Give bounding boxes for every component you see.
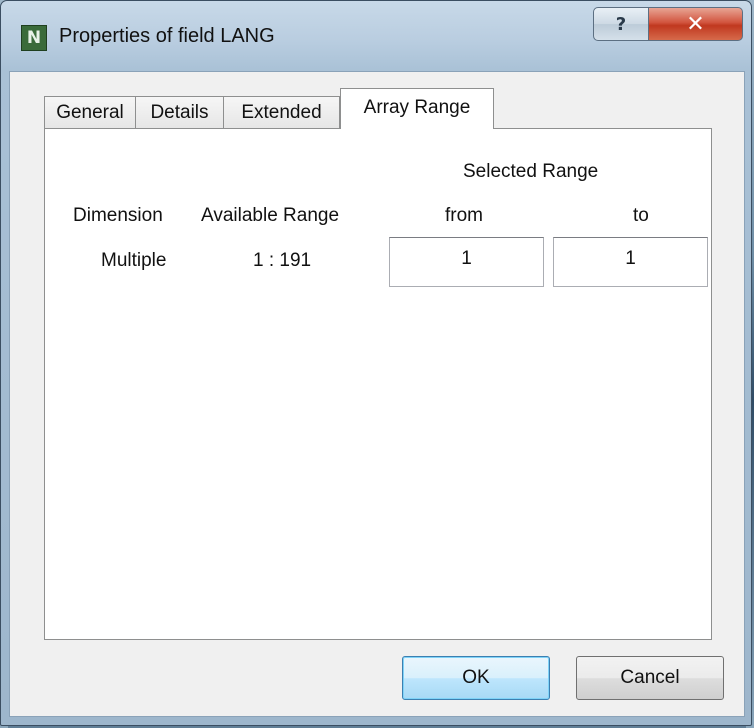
help-icon: ?: [615, 13, 627, 35]
tab-label: Array Range: [363, 97, 471, 118]
properties-dialog: N Properties of field LANG ? ✕ General D…: [0, 0, 752, 726]
dimension-value: Multiple: [101, 250, 167, 271]
tab-label: General: [56, 101, 124, 123]
window-title: Properties of field LANG: [59, 25, 275, 47]
available-range-column-header: Available Range: [201, 205, 340, 226]
available-range-value: 1 : 191: [253, 250, 312, 271]
app-icon-letter: N: [26, 27, 42, 48]
selected-range-header: Selected Range: [463, 161, 599, 182]
tab-label: Details: [150, 101, 209, 123]
tab-general[interactable]: General: [44, 96, 136, 128]
ok-button[interactable]: OK: [402, 656, 550, 700]
close-button[interactable]: ✕: [649, 7, 743, 41]
cancel-button-label: Cancel: [620, 667, 680, 688]
caption-buttons: ? ✕: [593, 7, 743, 41]
to-column-header: to: [633, 205, 649, 226]
ok-button-label: OK: [462, 667, 490, 688]
tab-details[interactable]: Details: [135, 96, 224, 128]
close-icon: ✕: [686, 11, 705, 37]
tab-label: Extended: [241, 101, 322, 123]
dimension-column-header: Dimension: [73, 205, 163, 226]
tab-array-range[interactable]: Array Range: [340, 88, 494, 129]
range-from-input[interactable]: 1: [389, 237, 544, 287]
range-to-input[interactable]: 1: [553, 237, 708, 287]
title-bar[interactable]: N Properties of field LANG ? ✕: [1, 1, 751, 71]
array-range-panel: Selected Range Dimension Available Range…: [44, 128, 712, 640]
help-button[interactable]: ?: [593, 7, 649, 41]
from-column-header: from: [445, 205, 483, 226]
dialog-client-area: General Details Extended Array Range Sel…: [9, 71, 745, 717]
tab-extended[interactable]: Extended: [223, 96, 340, 128]
cancel-button[interactable]: Cancel: [576, 656, 724, 700]
app-icon: N: [21, 25, 47, 51]
